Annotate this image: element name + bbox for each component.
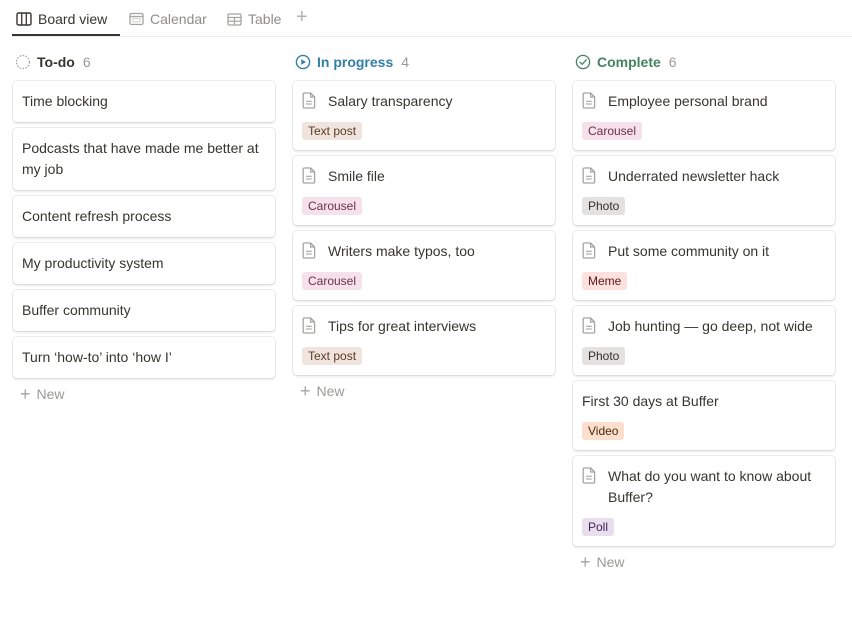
card-title: Buffer community: [22, 302, 131, 318]
tab-table[interactable]: Table: [226, 9, 281, 29]
document-icon: [582, 92, 598, 110]
document-icon: [302, 317, 318, 335]
column-header: To-do 6: [15, 52, 275, 72]
card-title-row: Underrated newsletter hack: [582, 166, 826, 187]
column-complete: Complete 6 Employee personal brand Carous…: [573, 52, 835, 571]
dashed-circle-icon: [15, 54, 31, 70]
card-title-row: Smile file: [302, 166, 546, 187]
card-title-row: Tips for great interviews: [302, 316, 546, 337]
card-title: Tips for great interviews: [328, 318, 477, 334]
column-count: 4: [401, 54, 410, 70]
card[interactable]: Time blocking: [13, 81, 275, 122]
format-tag: Photo: [582, 197, 626, 215]
card[interactable]: Buffer community: [13, 290, 275, 331]
document-icon: [582, 467, 598, 485]
card-title: Writers make typos, too: [328, 243, 475, 259]
plus-icon: +: [300, 381, 311, 401]
card-title-row: Put some community on it: [582, 241, 826, 262]
tab-calendar[interactable]: Calendar: [128, 9, 207, 29]
column-count: 6: [82, 54, 91, 70]
card-title: Podcasts that have made me better at my …: [22, 140, 259, 177]
column-title: Complete: [597, 54, 661, 70]
view-tabs: Board view Calendar Table +: [12, 0, 852, 37]
card-title: Put some community on it: [608, 243, 770, 259]
document-icon: [582, 242, 598, 260]
card-title-row: What do you want to know about Buffer?: [582, 466, 826, 508]
format-tag: Carousel: [582, 122, 643, 140]
card-title: What do you want to know about Buffer?: [608, 468, 812, 505]
format-tag: Carousel: [302, 272, 363, 290]
card[interactable]: Podcasts that have made me better at my …: [13, 128, 275, 190]
card[interactable]: What do you want to know about Buffer? Po…: [573, 456, 835, 546]
new-label: New: [36, 386, 65, 402]
card-title: Employee personal brand: [608, 93, 768, 109]
new-card-button[interactable]: + New: [20, 384, 275, 404]
card-title: Job hunting — go deep, not wide: [608, 318, 813, 334]
card[interactable]: Job hunting — go deep, not wide Photo: [573, 306, 835, 375]
column-header: Complete 6: [575, 52, 835, 72]
format-tag: Photo: [582, 347, 626, 365]
column-header: In progress 4: [295, 52, 555, 72]
column-todo: To-do 6 Time blocking Podcasts that have…: [13, 52, 275, 403]
column-title: To-do: [37, 54, 75, 70]
format-tag: Poll: [582, 518, 615, 536]
tab-board-view[interactable]: Board view: [16, 9, 107, 29]
format-tag: Meme: [582, 272, 628, 290]
card-title: First 30 days at Buffer: [582, 393, 719, 409]
active-tab-indicator: [12, 34, 120, 36]
card[interactable]: Put some community on it Meme: [573, 231, 835, 300]
play-circle-icon: [295, 54, 311, 70]
column-count: 6: [668, 54, 677, 70]
card-title: Time blocking: [22, 93, 108, 109]
card-title: My productivity system: [22, 255, 164, 271]
document-icon: [582, 317, 598, 335]
card-title: Content refresh process: [22, 208, 172, 224]
format-tag: Text post: [302, 347, 363, 365]
card-title: Smile file: [328, 168, 385, 184]
card[interactable]: My productivity system: [13, 243, 275, 284]
new-label: New: [596, 554, 625, 570]
card[interactable]: Writers make typos, too Carousel: [293, 231, 555, 300]
tab-label: Calendar: [150, 11, 207, 27]
document-icon: [302, 242, 318, 260]
document-icon: [302, 92, 318, 110]
calendar-icon: [128, 11, 144, 27]
plus-icon: +: [20, 384, 31, 404]
card-title-row: Salary transparency: [302, 91, 546, 112]
format-tag: Text post: [302, 122, 363, 140]
check-circle-icon: [575, 54, 591, 70]
format-tag: Carousel: [302, 197, 363, 215]
tab-label: Board view: [38, 11, 108, 27]
new-card-button[interactable]: + New: [300, 381, 555, 401]
board-icon: [16, 11, 32, 27]
tab-label: Table: [248, 11, 282, 27]
document-icon: [302, 167, 318, 185]
card[interactable]: Turn ‘how-to’ into ‘how I’: [13, 337, 275, 378]
column-title: In progress: [317, 54, 394, 70]
column-in-progress: In progress 4 Salary transparency Text po…: [293, 52, 555, 400]
card-title: Salary transparency: [328, 93, 453, 109]
card[interactable]: Tips for great interviews Text post: [293, 306, 555, 375]
card[interactable]: First 30 days at Buffer Video: [573, 381, 835, 450]
card[interactable]: Content refresh process: [13, 196, 275, 237]
document-icon: [582, 167, 598, 185]
card-title-row: Job hunting — go deep, not wide: [582, 316, 826, 337]
table-icon: [226, 11, 242, 27]
new-card-button[interactable]: + New: [580, 552, 835, 572]
card-title: Underrated newsletter hack: [608, 168, 780, 184]
card-title-row: Writers make typos, too: [302, 241, 546, 262]
add-view-button[interactable]: +: [296, 7, 308, 27]
card-title-row: Employee personal brand: [582, 91, 826, 112]
new-label: New: [316, 383, 345, 399]
card[interactable]: Underrated newsletter hack Photo: [573, 156, 835, 225]
plus-icon: +: [580, 552, 591, 572]
card[interactable]: Salary transparency Text post: [293, 81, 555, 150]
card[interactable]: Smile file Carousel: [293, 156, 555, 225]
card-title-row: First 30 days at Buffer: [582, 391, 826, 412]
card-title: Turn ‘how-to’ into ‘how I’: [22, 349, 172, 365]
card[interactable]: Employee personal brand Carousel: [573, 81, 835, 150]
format-tag: Video: [582, 422, 625, 440]
